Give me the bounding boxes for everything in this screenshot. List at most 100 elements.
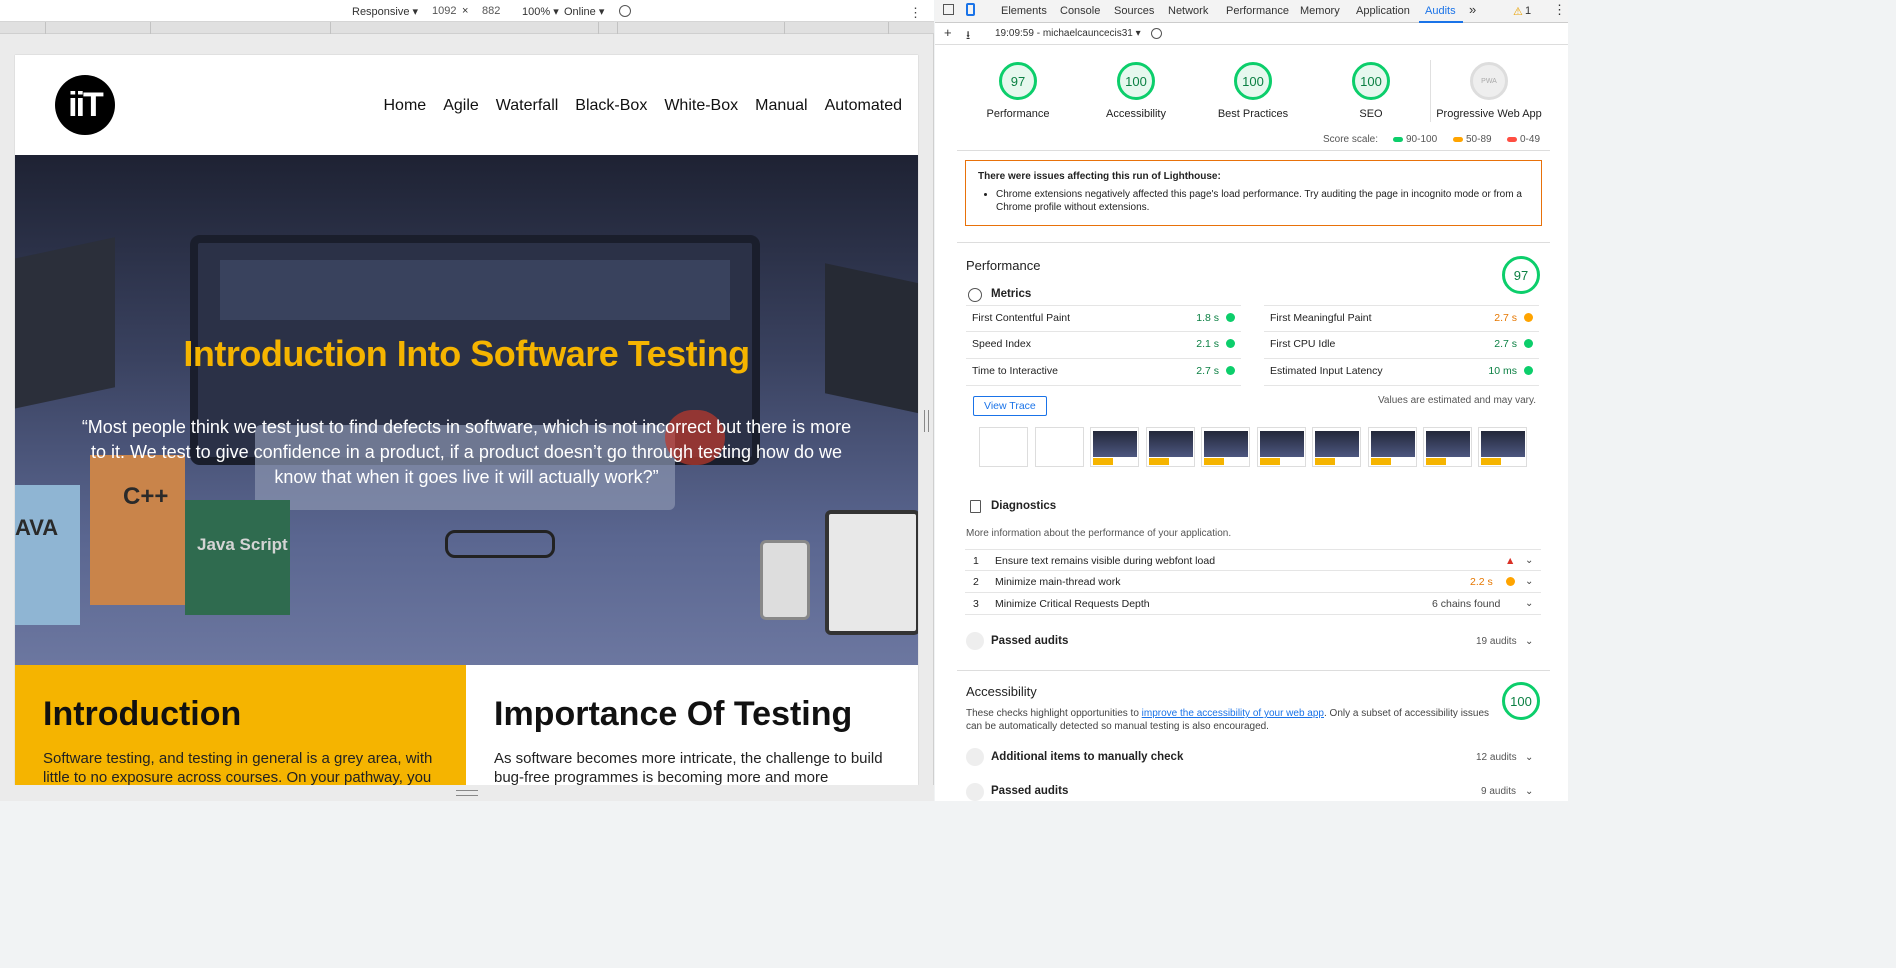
- filmstrip-frame: [1368, 427, 1417, 467]
- metric-speed-index: Speed Index 2.1 s: [966, 332, 1241, 359]
- diagnostic-row[interactable]: 2 Minimize main-thread work 2.2 s ⌄: [965, 571, 1541, 593]
- metric-fmp: First Meaningful Paint 2.7 s: [1264, 305, 1539, 332]
- pass-icon: [1226, 366, 1235, 375]
- tab-elements[interactable]: Elements: [1001, 5, 1047, 17]
- nav-white-box[interactable]: White-Box: [664, 97, 738, 115]
- filmstrip-frame: [1312, 427, 1361, 467]
- resize-handle-bottom-icon[interactable]: [456, 790, 478, 796]
- tab-audits[interactable]: Audits: [1425, 5, 1456, 17]
- filmstrip-frame: [1035, 427, 1084, 467]
- passed-audits-accessibility[interactable]: Passed audits: [991, 785, 1068, 797]
- passed-audits-accessibility-count: 9 audits: [1481, 786, 1517, 797]
- introduction-title: Introduction: [43, 695, 242, 733]
- importance-section: Importance Of Testing As software become…: [466, 665, 918, 785]
- chevron-down-icon[interactable]: ⌄: [1525, 786, 1533, 797]
- width-input[interactable]: 1092: [432, 5, 456, 17]
- warning-icon[interactable]: ⚠: [1513, 5, 1523, 18]
- chevron-down-icon[interactable]: ⌄: [1525, 636, 1533, 647]
- lighthouse-warning-box: There were issues affecting this run of …: [965, 160, 1542, 226]
- tab-memory[interactable]: Memory: [1300, 5, 1340, 17]
- diagnostic-row[interactable]: 1 Ensure text remains visible during web…: [965, 549, 1541, 571]
- manual-check-count: 12 audits: [1476, 752, 1517, 763]
- devtools-menu-icon[interactable]: ⋮: [1553, 2, 1566, 18]
- js-label: Java Script: [197, 535, 288, 554]
- accessibility-link[interactable]: improve the accessibility of your web ap…: [1142, 708, 1324, 719]
- introduction-section: Introduction Software testing, and testi…: [15, 665, 466, 785]
- download-report-icon[interactable]: ⭳: [966, 26, 970, 47]
- nav-manual[interactable]: Manual: [755, 97, 807, 115]
- fail-icon: ▲: [1505, 555, 1516, 567]
- inspect-element-icon[interactable]: [943, 4, 954, 15]
- tab-application[interactable]: Application: [1356, 5, 1410, 17]
- tab-network[interactable]: Network: [1168, 5, 1208, 17]
- nav-home[interactable]: Home: [384, 97, 427, 115]
- warning-item: Chrome extensions negatively affected th…: [996, 188, 1529, 214]
- laptop-left-illustration: [15, 237, 115, 413]
- performance-category-title: Performance: [966, 258, 1041, 273]
- more-options-icon[interactable]: ⋮: [909, 5, 922, 21]
- passed-check-icon: [966, 632, 984, 650]
- accessibility-score-gauge: 100: [1502, 682, 1540, 720]
- device-toolbar-toggle-icon[interactable]: [966, 3, 975, 16]
- nav-black-box[interactable]: Black-Box: [575, 97, 647, 115]
- metric-input-latency: Estimated Input Latency 10 ms: [1264, 359, 1539, 386]
- tab-console[interactable]: Console: [1060, 5, 1100, 17]
- notebook-illustration: [825, 510, 918, 635]
- chevron-down-icon: ⌄: [1525, 555, 1534, 566]
- metrics-title: Metrics: [991, 288, 1032, 300]
- filmstrip-frame: [1146, 427, 1195, 467]
- clear-reports-icon[interactable]: [1151, 28, 1162, 39]
- site-logo[interactable]: iiT: [55, 75, 115, 135]
- rotate-icon[interactable]: [619, 5, 631, 17]
- site-header: iiT Home Agile Waterfall Black-Box White…: [15, 55, 918, 155]
- book-js-illustration: [185, 500, 290, 615]
- new-audit-icon[interactable]: +: [944, 25, 952, 40]
- metric-fcp: First Contentful Paint 1.8 s: [966, 305, 1241, 332]
- hero-title: Introduction Into Software Testing: [183, 333, 750, 374]
- diagnostics-title: Diagnostics: [991, 500, 1057, 512]
- nav-automated[interactable]: Automated: [825, 97, 902, 115]
- nav-waterfall[interactable]: Waterfall: [496, 97, 559, 115]
- glasses-illustration: [445, 530, 555, 558]
- chevron-down-icon[interactable]: ⌄: [1525, 752, 1533, 763]
- device-emulation-area: Responsive ▾ 1092 × 882 100% ▾ Online ▾ …: [0, 0, 934, 801]
- gauge-best-practices[interactable]: 100: [1234, 62, 1272, 100]
- throttle-select[interactable]: Online ▾: [564, 5, 604, 18]
- diagnostic-row[interactable]: 3 Minimize Critical Requests Depth 6 cha…: [965, 593, 1541, 615]
- metric-tti: Time to Interactive 2.7 s: [966, 359, 1241, 386]
- pass-icon: [1226, 313, 1235, 322]
- filmstrip-frame: [1257, 427, 1306, 467]
- chevron-down-icon: ⌄: [1525, 598, 1534, 609]
- device-mode-select[interactable]: Responsive ▾: [352, 5, 418, 18]
- gauge-accessibility[interactable]: 100: [1117, 62, 1155, 100]
- height-input[interactable]: 882: [482, 5, 500, 17]
- header-divider: [957, 150, 1550, 151]
- view-trace-button[interactable]: View Trace: [973, 396, 1047, 416]
- gauge-seo[interactable]: 100: [1352, 62, 1390, 100]
- devtools-panel: Elements Console Sources Network Perform…: [935, 0, 1568, 801]
- nav-agile[interactable]: Agile: [443, 97, 479, 115]
- report-select[interactable]: 19:09:59 - michaelcauncecis31 ▾: [995, 28, 1141, 39]
- resize-handle-right-icon[interactable]: [924, 410, 929, 432]
- passed-audits-performance[interactable]: Passed audits: [991, 635, 1068, 647]
- accessibility-description: These checks highlight opportunities to …: [966, 708, 1490, 732]
- tab-sources[interactable]: Sources: [1114, 5, 1154, 17]
- more-tabs-icon[interactable]: »: [1469, 2, 1476, 17]
- gauge-performance[interactable]: 97: [999, 62, 1037, 100]
- gauge-accessibility-label: Accessibility: [1106, 108, 1166, 120]
- book-java-illustration: [15, 485, 80, 625]
- metric-first-cpu-idle: First CPU Idle 2.7 s: [1264, 332, 1539, 359]
- tab-performance[interactable]: Performance: [1226, 5, 1289, 17]
- filmstrip-frame: [1478, 427, 1527, 467]
- filmstrip-frame: [1423, 427, 1472, 467]
- filmstrip-frame: [979, 427, 1028, 467]
- manual-check-group[interactable]: Additional items to manually check: [991, 751, 1183, 763]
- gauge-best-practices-label: Best Practices: [1217, 108, 1289, 120]
- zoom-select[interactable]: 100% ▾: [522, 5, 559, 18]
- section-divider: [957, 670, 1550, 671]
- introduction-text: Software testing, and testing in general…: [43, 750, 433, 785]
- average-icon: [1524, 313, 1533, 322]
- average-icon: [1506, 577, 1515, 586]
- pwa-badge-icon[interactable]: PWA: [1470, 62, 1508, 100]
- performance-score-gauge: 97: [1502, 256, 1540, 294]
